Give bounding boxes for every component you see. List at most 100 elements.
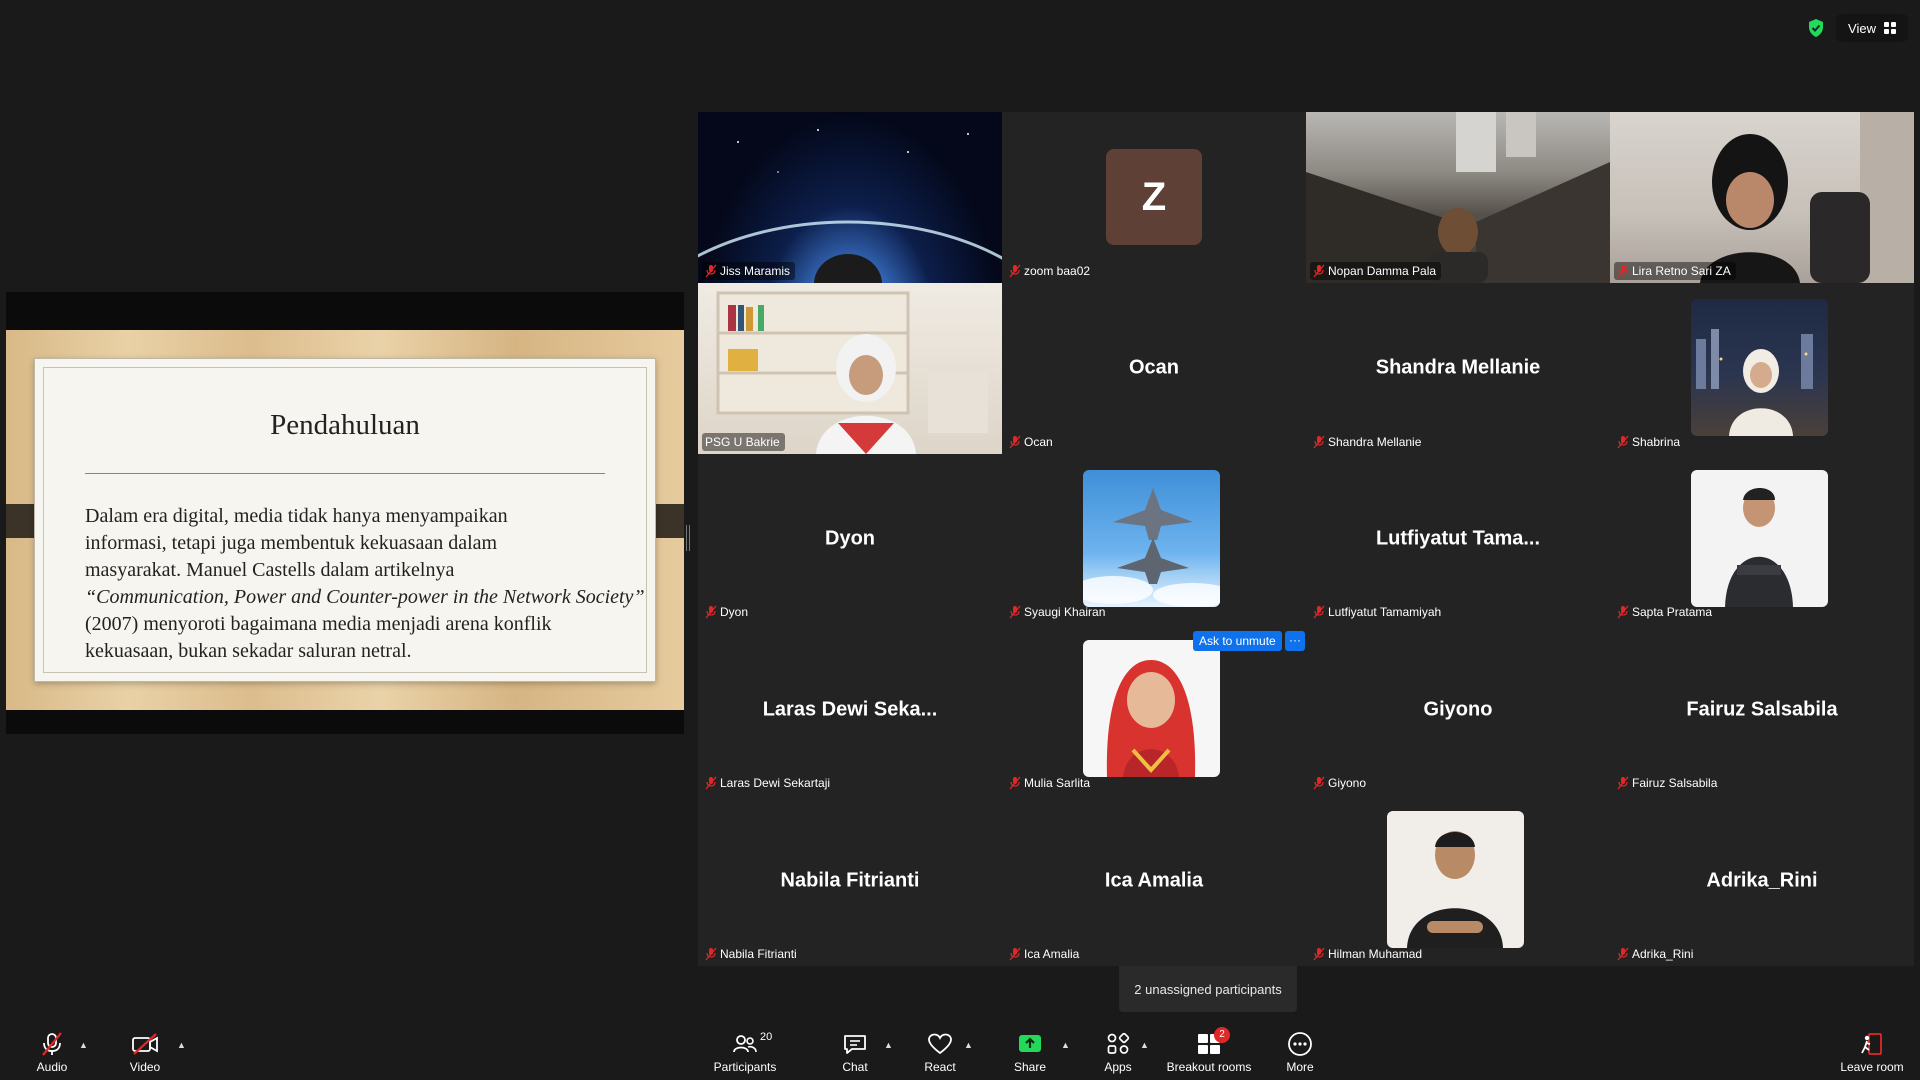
slide-line: Dalam era digital, media tidak hanya men… [85, 505, 508, 527]
participant-name: Ica Amalia [1024, 946, 1080, 961]
audio-options-caret[interactable]: ▲ [79, 1040, 88, 1050]
audio-button[interactable]: Audio [22, 1022, 82, 1080]
apps-label: Apps [1104, 1059, 1132, 1074]
participant-name: Lira Retno Sari ZA [1632, 263, 1731, 278]
participant-tile-active-speaker[interactable]: PSG U Bakrie [698, 282, 1002, 454]
participant-gallery: Jiss Maramis Z zoom baa02 Nopan Damma Pa… [698, 112, 1914, 966]
mic-off-icon [1313, 435, 1325, 449]
video-off-icon [131, 1029, 159, 1059]
meeting-toolbar: Audio ▲ Video ▲ 20 Participants Chat ▲ R… [0, 1022, 1920, 1080]
participant-tile[interactable]: Adrika_Rini Adrika_Rini [1610, 795, 1914, 966]
participant-display-name: Laras Dewi Seka... [762, 698, 938, 721]
split-view-handle[interactable] [686, 525, 690, 551]
participant-name: Sapta Pratama [1632, 605, 1713, 620]
participants-icon: 20 [732, 1029, 772, 1059]
participant-tile[interactable]: Ica Amalia Ica Amalia [1002, 795, 1306, 966]
participant-nametag: Lutfiyatut Tamamiyah [1310, 603, 1446, 621]
participant-tile[interactable]: Lutfiyatut Tama... Lutfiyatut Tamamiyah [1306, 453, 1610, 625]
participant-nametag: Mulia Sarlita [1006, 774, 1095, 792]
participant-tile[interactable]: Syaugi Khairan [1002, 453, 1306, 625]
slide-line: kekuasaan, bukan sekadar saluran netral. [85, 640, 412, 662]
participant-video [698, 282, 1002, 454]
chat-options-caret[interactable]: ▲ [884, 1040, 893, 1050]
participant-nametag: Shandra Mellanie [1310, 433, 1426, 451]
participant-name: Ocan [1024, 434, 1053, 449]
mic-off-icon [705, 947, 717, 961]
participant-tile[interactable]: Shandra Mellanie Shandra Mellanie [1306, 282, 1610, 454]
video-button[interactable]: Video [115, 1022, 175, 1080]
breakout-rooms-button[interactable]: 2 Breakout rooms [1163, 1022, 1255, 1080]
more-button[interactable]: More [1275, 1022, 1325, 1080]
participant-name: Adrika_Rini [1632, 946, 1694, 961]
participant-tile[interactable]: Hilman Muhamad [1306, 795, 1610, 966]
participant-name: Laras Dewi Sekartaji [720, 776, 831, 791]
participants-button[interactable]: 20 Participants [705, 1022, 785, 1080]
participant-name: Lutfiyatut Tamamiyah [1328, 605, 1442, 620]
zoom-meeting-window: View Pendahuluan Dalam era digital, medi… [0, 0, 1920, 1080]
mic-off-icon [705, 264, 717, 278]
mic-off-icon [1617, 264, 1629, 278]
breakout-label: Breakout rooms [1166, 1059, 1252, 1074]
participants-count: 20 [760, 1030, 773, 1043]
video-options-caret[interactable]: ▲ [177, 1040, 186, 1050]
heart-icon [927, 1029, 953, 1059]
participant-tile[interactable]: Ocan Ocan [1002, 282, 1306, 454]
participant-tile[interactable]: Nabila Fitrianti Nabila Fitrianti [698, 795, 1002, 966]
participant-tile[interactable]: Lira Retno Sari ZA [1610, 112, 1914, 283]
unassigned-participants-tooltip[interactable]: 2 unassigned participants [1119, 966, 1297, 1012]
participant-tile[interactable]: Nopan Damma Pala [1306, 112, 1610, 283]
share-button[interactable]: Share [1005, 1022, 1055, 1080]
shield-check-icon[interactable] [1806, 17, 1826, 39]
participant-display-name: Ica Amalia [1104, 869, 1204, 892]
participant-nametag: Lira Retno Sari ZA [1614, 261, 1736, 280]
profile-photo [1083, 640, 1220, 778]
participant-video [1306, 112, 1610, 283]
share-arrow-icon [1017, 1029, 1043, 1059]
participant-nametag: Ica Amalia [1006, 945, 1084, 963]
react-button[interactable]: React [915, 1022, 965, 1080]
participant-name: Jiss Maramis [720, 263, 791, 278]
participant-tile[interactable]: Laras Dewi Seka... Laras Dewi Sekartaji [698, 624, 1002, 796]
participant-display-name: Ocan [1128, 356, 1180, 379]
participant-name: Hilman Muhamad [1328, 946, 1423, 961]
slide-card: Pendahuluan Dalam era digital, media tid… [34, 358, 656, 682]
chat-button[interactable]: Chat [830, 1022, 880, 1080]
mic-off-icon [1009, 776, 1021, 790]
participant-tile[interactable]: Shabrina [1610, 282, 1914, 454]
profile-photo [1387, 811, 1524, 949]
leave-icon [1859, 1029, 1885, 1059]
leave-room-button[interactable]: Leave room [1834, 1022, 1910, 1080]
mic-off-icon [1009, 435, 1021, 449]
slide-divider [85, 473, 605, 474]
mic-off-icon [705, 776, 717, 790]
participant-display-name: Lutfiyatut Tama... [1375, 527, 1541, 550]
participant-tile[interactable]: Sapta Pratama [1610, 453, 1914, 625]
apps-button[interactable]: Apps [1093, 1022, 1143, 1080]
participant-tile[interactable]: Fairuz Salsabila Fairuz Salsabila [1610, 624, 1914, 796]
participant-nametag: Jiss Maramis [702, 261, 796, 280]
share-options-caret[interactable]: ▲ [1061, 1040, 1070, 1050]
ask-to-unmute-button[interactable]: Ask to unmute [1193, 631, 1282, 651]
react-options-caret[interactable]: ▲ [964, 1040, 973, 1050]
slide-body: Dalam era digital, media tidak hanya men… [85, 503, 645, 665]
participant-display-name: Dyon [825, 527, 875, 550]
participant-tile[interactable]: Giyono Giyono [1306, 624, 1610, 796]
chat-label: Chat [842, 1059, 868, 1074]
mic-off-icon [1313, 947, 1325, 961]
mic-off-icon [39, 1029, 65, 1059]
tile-more-options-button[interactable]: ··· [1285, 631, 1305, 651]
mic-off-icon [1009, 605, 1021, 619]
participant-tile[interactable]: Z zoom baa02 [1002, 112, 1306, 283]
profile-photo [1691, 469, 1828, 607]
participant-tile[interactable]: Jiss Maramis [698, 112, 1002, 283]
apps-icon [1105, 1029, 1131, 1059]
participant-tile[interactable]: Dyon Dyon [698, 453, 1002, 625]
slide-title: Pendahuluan [270, 409, 420, 441]
mic-off-icon [705, 605, 717, 619]
participant-nametag: Giyono [1310, 774, 1371, 792]
chat-icon [842, 1029, 868, 1059]
shared-screen[interactable]: Pendahuluan Dalam era digital, media tid… [6, 292, 684, 734]
view-button[interactable]: View [1836, 14, 1908, 42]
apps-options-caret[interactable]: ▲ [1140, 1040, 1149, 1050]
participant-display-name: Fairuz Salsabila [1686, 698, 1838, 721]
